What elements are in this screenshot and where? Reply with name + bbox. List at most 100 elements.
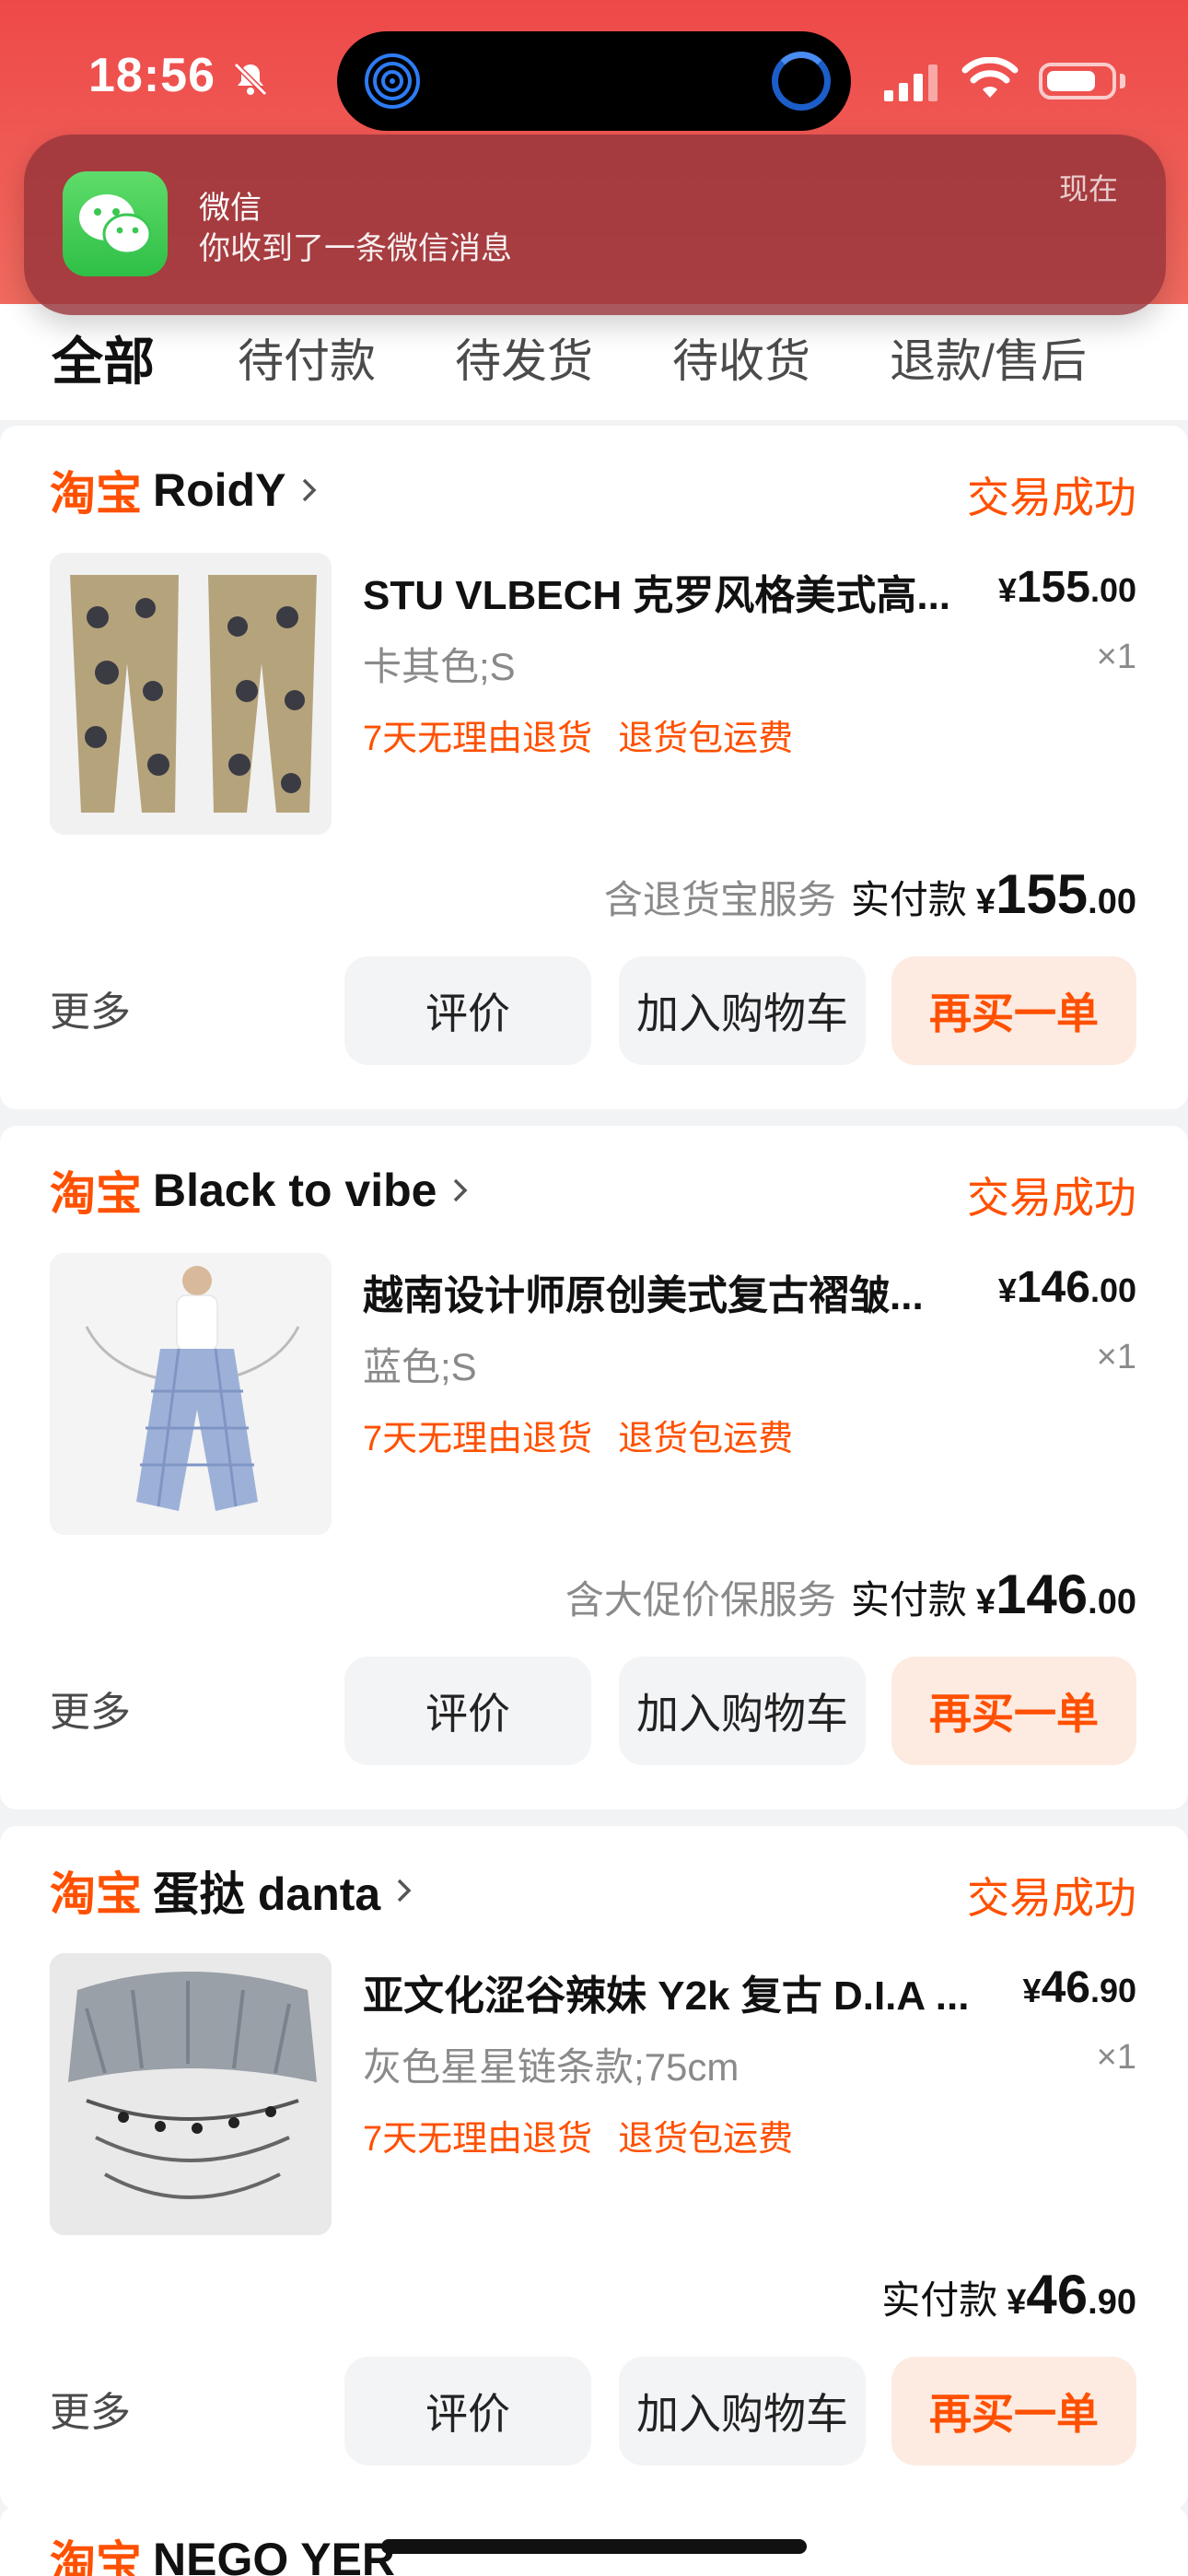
product-quantity: ×1 bbox=[1096, 638, 1136, 676]
notification-time: 现在 bbox=[1058, 172, 1118, 205]
order-card: 淘宝 Black to vibe 交易成功 越南设计师原创美式复古褶皱... ¥… bbox=[0, 1126, 1188, 1809]
service-tags: 7天无理由退货 退货包运费 bbox=[363, 709, 819, 760]
product-price: ¥46.90 bbox=[1023, 1962, 1136, 2013]
shop-link[interactable]: 淘宝 RoidY bbox=[50, 463, 322, 520]
shop-link[interactable]: 淘宝 蛋挞 danta bbox=[50, 1863, 417, 1920]
price-integer: 46 bbox=[1041, 1963, 1090, 2012]
product-title[interactable]: STU VLBECH 克罗风格美式高... bbox=[363, 562, 971, 621]
dynamic-island[interactable] bbox=[337, 31, 851, 131]
product-spec: 蓝色;S bbox=[363, 1345, 477, 1388]
battery-cap bbox=[1120, 74, 1125, 88]
notification-message: 你收到了一条微信消息 bbox=[199, 231, 512, 266]
order-card: 淘宝 RoidY 交易成功 STU VLBECH 克罗风格美式高... ¥155… bbox=[0, 426, 1188, 1109]
price-decimal: .00 bbox=[1089, 571, 1136, 609]
add-to-cart-button[interactable]: 加入购物车 bbox=[619, 956, 866, 1065]
product-title[interactable]: 越南设计师原创美式复古褶皱... bbox=[363, 1262, 971, 1321]
wechat-icon bbox=[63, 171, 168, 276]
product-image[interactable] bbox=[50, 553, 332, 835]
order-list-screen: 18:56 全部 待付款 待发货 待收货 退款/售后 微信 你收到了一条微信消息… bbox=[0, 0, 1188, 2576]
price-symbol: ¥ bbox=[1022, 1972, 1042, 2009]
paid-label: 实付款 bbox=[881, 2278, 998, 2322]
paid-amount-row: 含大促价保服务 实付款 ¥146.00 bbox=[565, 1563, 1136, 1626]
tab-refund-aftersale[interactable]: 退款/售后 bbox=[890, 324, 1087, 391]
chevron-right-icon bbox=[398, 1879, 412, 1903]
product-image[interactable] bbox=[50, 1253, 332, 1535]
paid-integer: 155 bbox=[996, 863, 1089, 925]
paid-amount-row: 实付款 ¥46.90 bbox=[867, 2263, 1136, 2326]
tag-7day-return: 7天无理由退货 bbox=[363, 2120, 593, 2159]
chevron-right-icon bbox=[303, 478, 317, 502]
shop-name: NEGO YER bbox=[153, 2534, 396, 2576]
more-button[interactable]: 更多 bbox=[50, 1679, 131, 1738]
review-button[interactable]: 评价 bbox=[344, 2357, 591, 2465]
tab-all[interactable]: 全部 bbox=[52, 321, 155, 395]
paid-amount-row: 含退货宝服务 实付款 ¥155.00 bbox=[604, 862, 1136, 926]
wifi-icon bbox=[961, 57, 1019, 98]
order-status: 交易成功 bbox=[967, 474, 1136, 521]
airplay-icon bbox=[365, 53, 420, 109]
paid-decimal: .00 bbox=[1088, 883, 1136, 921]
product-price: ¥146.00 bbox=[998, 1262, 1136, 1313]
product-spec: 灰色星星链条款;75cm bbox=[363, 2045, 740, 2089]
battery-icon bbox=[1039, 63, 1116, 100]
add-to-cart-button[interactable]: 加入购物车 bbox=[619, 2357, 866, 2465]
price-symbol: ¥ bbox=[997, 1271, 1017, 1309]
price-decimal: .00 bbox=[1089, 1271, 1136, 1309]
bell-muted-icon bbox=[233, 62, 268, 97]
status-time: 18:56 bbox=[88, 49, 215, 102]
product-quantity: ×1 bbox=[1096, 1338, 1136, 1376]
home-indicator[interactable] bbox=[381, 2539, 807, 2554]
buy-again-button[interactable]: 再买一单 bbox=[891, 956, 1136, 1065]
review-button[interactable]: 评价 bbox=[344, 956, 591, 1065]
taobao-brand-label: 淘宝 bbox=[50, 1168, 142, 1220]
more-button[interactable]: 更多 bbox=[50, 978, 131, 1037]
order-status: 交易成功 bbox=[967, 1874, 1136, 1922]
product-spec: 卡其色;S bbox=[363, 645, 516, 688]
tab-pending-receipt[interactable]: 待收货 bbox=[672, 324, 810, 391]
review-button[interactable]: 评价 bbox=[344, 1657, 591, 1765]
product-title[interactable]: 亚文化涩谷辣妹 Y2k 复古 D.I.A ... bbox=[363, 1962, 971, 2021]
shop-name: Black to vibe bbox=[153, 1165, 437, 1216]
order-status: 交易成功 bbox=[967, 1174, 1136, 1222]
paid-decimal: .00 bbox=[1088, 1583, 1136, 1622]
paid-integer: 146 bbox=[996, 1563, 1089, 1625]
shop-link[interactable]: 淘宝 NEGO YER bbox=[50, 2532, 395, 2576]
shop-name: 蛋挞 danta bbox=[153, 1868, 381, 1920]
included-service: 含大促价保服务 bbox=[565, 1578, 836, 1622]
activity-ring-icon bbox=[772, 52, 831, 111]
paid-label: 实付款 bbox=[850, 878, 967, 921]
add-to-cart-button[interactable]: 加入购物车 bbox=[619, 1657, 866, 1765]
price-symbol: ¥ bbox=[997, 571, 1017, 609]
taobao-brand-label: 淘宝 bbox=[50, 1868, 142, 1920]
price-integer: 146 bbox=[1016, 1263, 1090, 1312]
notification-app-name: 微信 bbox=[199, 191, 262, 226]
paid-symbol: ¥ bbox=[975, 883, 996, 921]
product-image[interactable] bbox=[50, 1953, 332, 2235]
status-bar: 18:56 bbox=[0, 0, 1188, 157]
tag-free-return-shipping: 退货包运费 bbox=[618, 1420, 794, 1458]
price-integer: 155 bbox=[1016, 563, 1090, 612]
service-tags: 7天无理由退货 退货包运费 bbox=[363, 1410, 819, 1460]
tag-free-return-shipping: 退货包运费 bbox=[618, 720, 794, 758]
product-quantity: ×1 bbox=[1096, 2038, 1136, 2077]
more-button[interactable]: 更多 bbox=[50, 2379, 131, 2438]
buy-again-button[interactable]: 再买一单 bbox=[891, 2357, 1136, 2465]
included-service: 含退货宝服务 bbox=[603, 878, 836, 921]
shop-name: RoidY bbox=[153, 464, 286, 516]
shop-link[interactable]: 淘宝 Black to vibe bbox=[50, 1163, 473, 1220]
price-decimal: .90 bbox=[1089, 1972, 1136, 2009]
paid-decimal: .90 bbox=[1088, 2283, 1136, 2322]
paid-symbol: ¥ bbox=[1007, 2283, 1027, 2322]
tab-pending-payment[interactable]: 待付款 bbox=[238, 324, 376, 391]
taobao-brand-label: 淘宝 bbox=[50, 468, 142, 520]
tab-pending-shipment[interactable]: 待发货 bbox=[455, 324, 593, 391]
wechat-notification[interactable]: 微信 你收到了一条微信消息 现在 bbox=[24, 135, 1166, 315]
battery-level bbox=[1047, 71, 1095, 91]
service-tags: 7天无理由退货 退货包运费 bbox=[363, 2110, 819, 2160]
taobao-brand-label: 淘宝 bbox=[50, 2537, 142, 2576]
chevron-right-icon bbox=[454, 1178, 468, 1202]
product-price: ¥155.00 bbox=[998, 562, 1136, 613]
cellular-signal-icon bbox=[884, 64, 938, 101]
buy-again-button[interactable]: 再买一单 bbox=[891, 1657, 1136, 1765]
tag-7day-return: 7天无理由退货 bbox=[363, 1420, 593, 1458]
